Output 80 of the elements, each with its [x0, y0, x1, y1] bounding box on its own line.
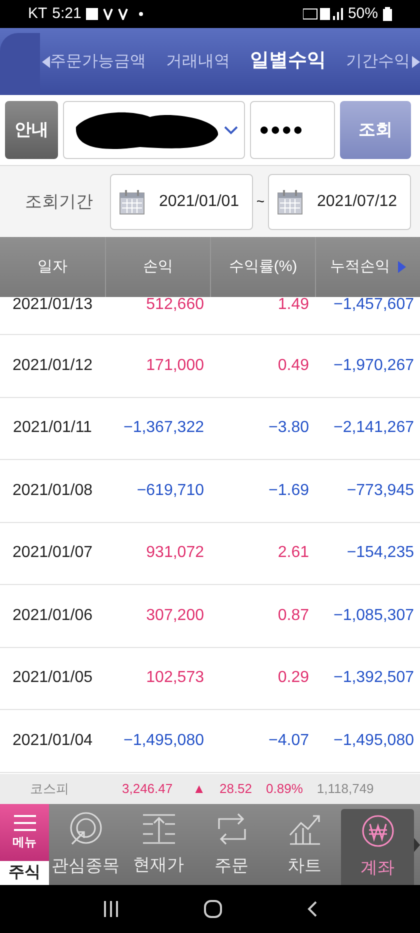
- value-cell-text: −1,457,607: [332, 297, 415, 313]
- menu-icon: [14, 814, 36, 830]
- value-cell-text: −773,945: [346, 480, 415, 501]
- password-field[interactable]: ●●●●: [250, 101, 335, 159]
- index-name: 코스피: [30, 780, 70, 798]
- value-cell-text: 1.49: [276, 297, 310, 313]
- date-cell-text: 2021/01/05: [11, 668, 94, 688]
- column-header: 손익: [143, 256, 173, 277]
- value-cell-text: −4.07: [268, 730, 310, 751]
- back-icon[interactable]: [307, 901, 318, 917]
- nav-item[interactable]: 관심종목: [49, 804, 122, 885]
- value-cell-text: 931,072: [145, 543, 205, 564]
- account-select[interactable]: [63, 101, 245, 159]
- index-value: 3,246.47: [122, 780, 173, 798]
- value-cell-text: −619,710: [136, 480, 205, 501]
- calendar-icon: [277, 188, 303, 214]
- value-cell-text: 2.61: [276, 543, 310, 564]
- menu-button[interactable]: 메뉴: [0, 804, 49, 861]
- calendar-icon: [119, 188, 145, 214]
- recents-icon[interactable]: [102, 901, 119, 917]
- date-cell-text: 2021/01/08: [11, 480, 94, 501]
- date-cell-text: 2021/01/13: [11, 297, 94, 313]
- value-cell-text: −1.69: [268, 480, 310, 501]
- price-ladder-icon: [140, 812, 176, 846]
- dot-icon: [139, 12, 144, 16]
- carrier-label: KT: [28, 4, 48, 24]
- nav-item[interactable]: 차트: [268, 804, 341, 885]
- column-header: 수익률(%): [228, 256, 298, 277]
- won-coin-icon: [360, 813, 396, 850]
- nav-item[interactable]: 주문: [195, 804, 268, 885]
- index-change: 28.52: [219, 780, 252, 798]
- value-cell-text: −154,235: [346, 543, 415, 564]
- signal-icon: [302, 7, 343, 21]
- clock-label: 5:21: [52, 4, 82, 24]
- right-arrow-icon[interactable]: [412, 56, 420, 68]
- home-tab-handle[interactable]: [0, 33, 40, 95]
- value-cell-text: −1,367,322: [122, 418, 205, 438]
- date-cell-text: 2021/01/06: [11, 606, 94, 626]
- value-cell-text: 512,660: [145, 297, 205, 313]
- nav-item[interactable]: 계좌: [341, 809, 414, 885]
- search-button[interactable]: 조회: [340, 101, 411, 159]
- tab[interactable]: 일별수익: [250, 47, 326, 76]
- value-cell-text: 307,200: [145, 606, 205, 626]
- date-cell-text: 2021/01/12: [11, 356, 94, 376]
- value-cell-text: −1,970,267: [332, 356, 415, 376]
- value-cell-text: 102,573: [145, 668, 205, 688]
- date-cell-text: 2021/01/07: [11, 543, 94, 564]
- index-volume: 1,118,749: [316, 780, 374, 798]
- end-date-field[interactable]: 2021/07/12: [268, 174, 411, 230]
- value-cell-text: 0.87: [276, 606, 310, 626]
- date-cell-text: 2021/01/04: [11, 730, 94, 751]
- value-cell-text: 171,000: [145, 356, 205, 376]
- date-cell-text: 2021/01/11: [12, 418, 93, 438]
- value-cell-text: 0.29: [276, 668, 310, 688]
- value-cell-text: −1,495,080: [122, 730, 205, 751]
- guide-button[interactable]: 안내: [5, 101, 58, 159]
- left-arrow-icon[interactable]: [42, 56, 50, 68]
- battery-icon: [383, 7, 392, 21]
- period-label: 조회기간: [24, 190, 94, 213]
- tab[interactable]: 거래내역: [166, 50, 230, 74]
- index-percent: 0.89%: [266, 780, 303, 798]
- start-date-field[interactable]: 2021/01/01: [110, 174, 253, 230]
- battery-label: 50%: [348, 4, 378, 24]
- market-label: 주식: [0, 861, 49, 885]
- tab[interactable]: 주문가능금액: [50, 50, 146, 74]
- column-header: 일자: [38, 256, 68, 277]
- home-icon[interactable]: [204, 900, 222, 918]
- nav-item[interactable]: 현재가: [122, 804, 195, 885]
- value-cell-text: −3.80: [268, 418, 310, 438]
- value-cell-text: −1,392,507: [332, 668, 415, 688]
- value-cell-text: −2,141,267: [332, 418, 415, 438]
- value-cell-text: −1,085,307: [332, 606, 415, 626]
- value-cell-text: 0.49: [276, 356, 310, 376]
- more-arrow-icon[interactable]: [414, 838, 420, 852]
- tab[interactable]: 기간수익: [346, 50, 410, 74]
- up-arrow: ▲: [192, 780, 206, 798]
- range-separator: ~: [255, 192, 266, 211]
- column-header: 누적손익: [330, 256, 390, 277]
- value-cell-text: −1,495,080: [332, 730, 415, 751]
- chevron-down-icon: [224, 126, 238, 134]
